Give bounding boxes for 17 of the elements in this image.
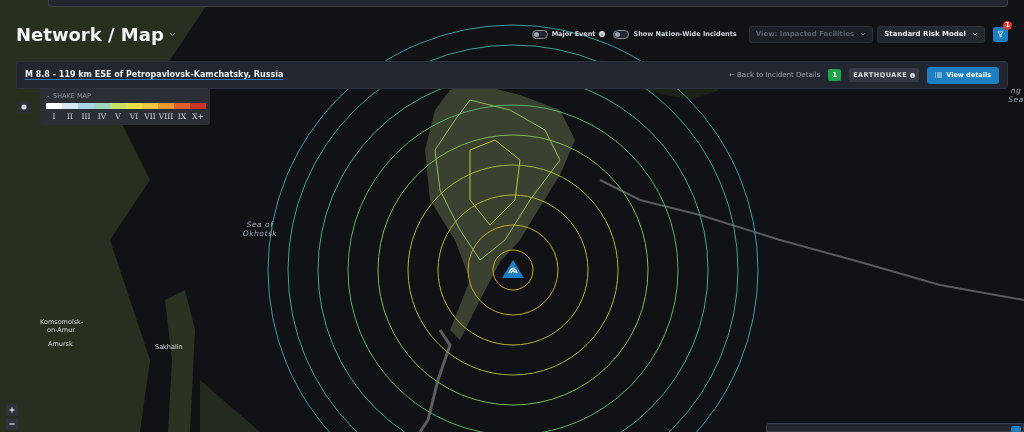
zoom-out-button[interactable] (6, 418, 18, 430)
chevron-up-icon (46, 94, 50, 98)
list-icon (935, 72, 943, 78)
minus-icon (9, 421, 15, 427)
chevron-down-icon[interactable] (168, 31, 176, 37)
chevron-down-icon (972, 32, 978, 36)
filter-icon (997, 30, 1004, 38)
chevron-down-icon (860, 32, 867, 36)
page-title: Network / Map (16, 23, 164, 45)
plus-icon (9, 407, 15, 413)
toggle-switch[interactable] (531, 29, 548, 39)
toggle-switch[interactable] (613, 29, 630, 39)
info-icon[interactable] (910, 72, 916, 78)
layers-button[interactable] (18, 101, 30, 113)
info-icon[interactable] (599, 31, 606, 37)
incident-title: M 8.8 - 119 km ESE of Petropavlovsk-Kamchatsky, Russia (25, 70, 284, 80)
zoom-in-button[interactable] (6, 404, 18, 416)
